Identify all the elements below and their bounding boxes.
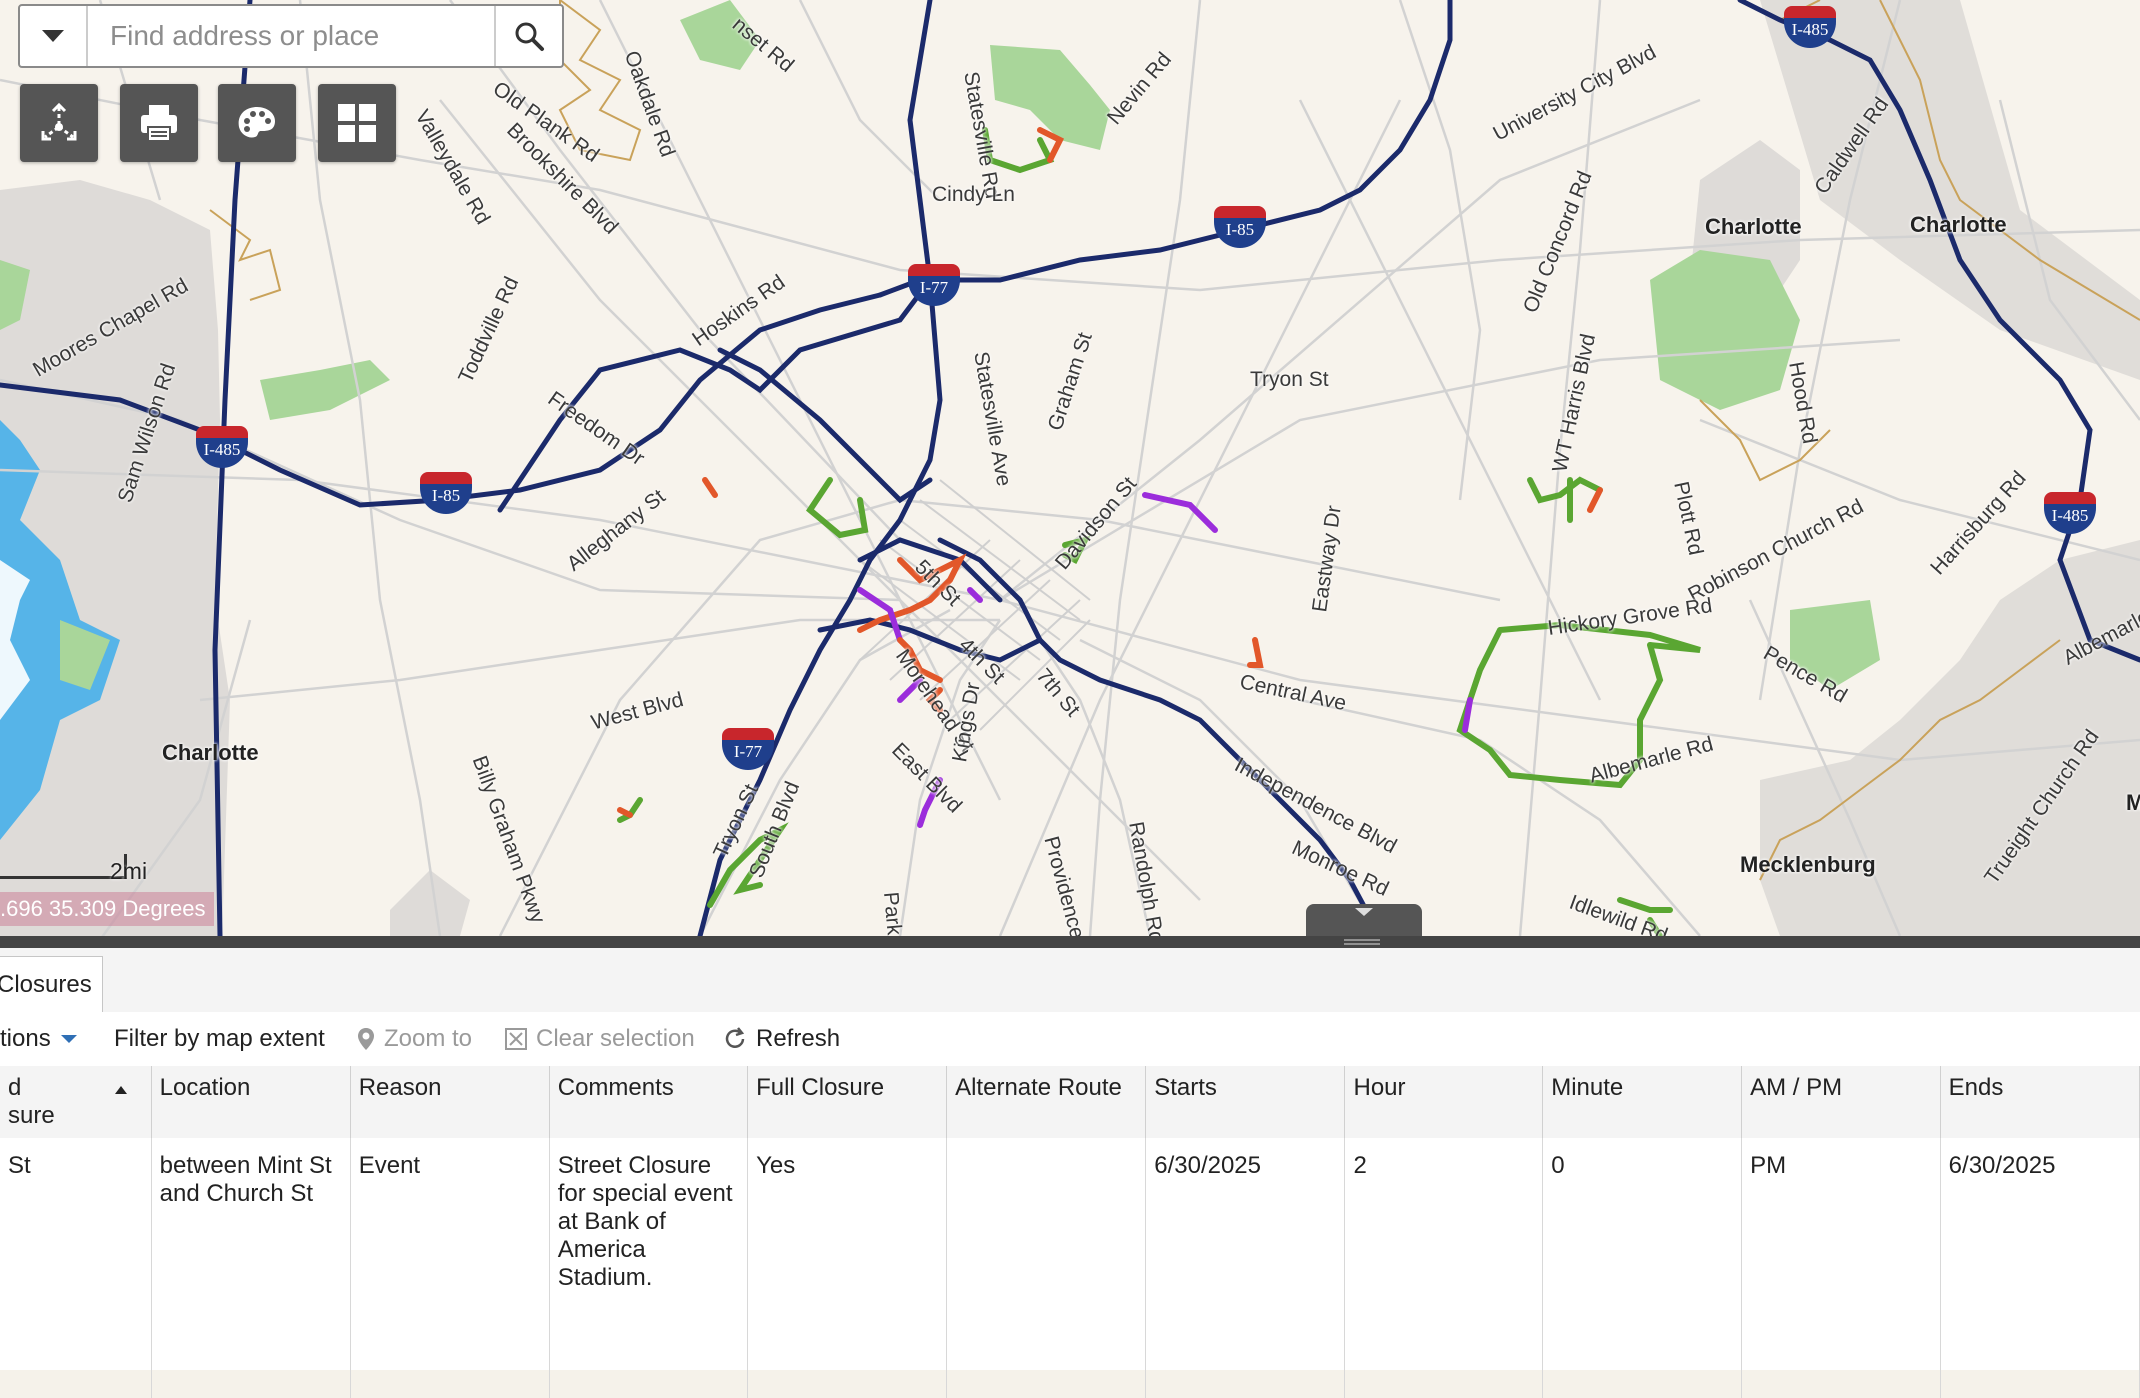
city-boundary [209, 209, 282, 301]
coordinate-readout: .696 35.309 Degrees [0, 892, 214, 926]
interstate-shield: I-77 [722, 728, 774, 772]
grid-icon [338, 104, 376, 142]
table-toolbar: tions Filter by map extent Zoom to Clear… [0, 1012, 2140, 1067]
options-menu[interactable]: tions [0, 1012, 79, 1066]
column-header-street[interactable]: d sure [0, 1066, 152, 1138]
caret-down-icon [60, 1035, 77, 1043]
palette-icon [238, 107, 275, 138]
column-header-full-closure[interactable]: Full Closure [747, 1066, 948, 1138]
drag-handle-icon [1344, 939, 1380, 945]
city-label: Mecklenburg [1740, 852, 1876, 877]
column-header-hour[interactable]: Hour [1344, 1066, 1544, 1138]
column-header-alternate-route[interactable]: Alternate Route [946, 1066, 1147, 1138]
cell-minute: 0 [1542, 1138, 1743, 1398]
print-button[interactable] [120, 84, 198, 162]
column-header-label: d sure [8, 1074, 55, 1129]
column-header-minute[interactable]: Minute [1542, 1066, 1743, 1138]
cell-hour: 2 [1344, 1138, 1544, 1398]
search-input[interactable] [88, 6, 494, 66]
map-view[interactable]: Charlotte Charlotte Charlotte Mecklenbur… [0, 0, 2140, 936]
attribute-table-panel: Closures tions Filter by map extent Zoom… [0, 948, 2140, 1398]
refresh-label: Refresh [756, 1025, 841, 1052]
printer-icon [141, 105, 177, 142]
zoom-label: Zoom to [384, 1025, 473, 1052]
tab-closures[interactable]: Closures [0, 956, 103, 1013]
measure-icon [41, 102, 77, 141]
clear-label: Clear selection [536, 1025, 695, 1052]
cell-reason: Event [350, 1138, 550, 1398]
map-pin-icon [358, 1028, 374, 1050]
interstate-shield: I-85 [420, 472, 472, 516]
cell-ampm: PM [1741, 1138, 1941, 1398]
cell-alternate-route [946, 1138, 1147, 1398]
search-widget [18, 4, 564, 68]
road-label: Tryon St [1250, 368, 1329, 391]
sort-ascending-icon [114, 1086, 127, 1094]
clear-selection-icon [505, 1028, 527, 1050]
measure-button[interactable] [20, 84, 98, 162]
column-header-location[interactable]: Location [151, 1066, 351, 1138]
city-label: Charlotte [1705, 214, 1802, 239]
interstate-shield: I-85 [1214, 206, 1266, 250]
city-label: Charlotte [1910, 212, 2007, 237]
gallery-button[interactable] [318, 84, 396, 162]
cell-location: between Mint St and Church St [151, 1138, 351, 1398]
column-header-starts[interactable]: Starts [1145, 1066, 1346, 1138]
options-label: tions [0, 1025, 51, 1052]
cell-full-closure: Yes [747, 1138, 948, 1398]
closures-table: d sure Location Reason Comments Full Clo… [0, 1066, 2140, 1398]
basemap-button[interactable] [218, 84, 296, 162]
filter-by-extent-button[interactable]: Filter by map extent [114, 1012, 325, 1066]
city-label: Charlotte [162, 740, 259, 765]
search-source-dropdown[interactable] [20, 6, 88, 66]
cell-street: St [0, 1138, 152, 1398]
cell-comments: Street Closure for special event at Bank… [549, 1138, 749, 1398]
column-header-reason[interactable]: Reason [350, 1066, 550, 1138]
collapse-panel-button[interactable] [1306, 904, 1422, 936]
filter-label: Filter by map extent [114, 1025, 325, 1052]
panel-splitter[interactable] [0, 936, 2140, 948]
park [260, 360, 390, 420]
interstate-shield: I-485 [196, 426, 248, 470]
road-label: Cindy Ln [932, 183, 1015, 206]
column-header-ends[interactable]: Ends [1940, 1066, 2140, 1138]
interstate-shield: I-77 [908, 264, 960, 308]
refresh-icon [725, 1027, 745, 1048]
column-header-ampm[interactable]: AM / PM [1741, 1066, 1941, 1138]
clear-selection-button[interactable]: Clear selection [504, 1012, 695, 1066]
chevron-down-icon [42, 30, 64, 42]
table-header-row: d sure Location Reason Comments Full Clo… [0, 1066, 2140, 1138]
jurisdiction-area [390, 870, 470, 936]
cell-starts: 6/30/2025 [1145, 1138, 1346, 1398]
scale-label: 2mi [110, 858, 148, 884]
cell-ends: 6/30/2025 [1940, 1138, 2140, 1398]
scale-bar [0, 854, 127, 879]
tab-bar: Closures [0, 948, 2140, 1013]
interstate-shield: I-485 [2044, 492, 2096, 536]
refresh-button[interactable]: Refresh [722, 1012, 840, 1066]
city-label: M [2126, 790, 2140, 815]
search-button[interactable] [494, 6, 562, 66]
chevron-down-icon [1355, 908, 1373, 916]
table-row[interactable]: St between Mint St and Church St Event S… [0, 1138, 2140, 1398]
interstate-shield: I-485 [1784, 6, 1836, 50]
zoom-to-button[interactable]: Zoom to [356, 1012, 472, 1066]
column-header-comments[interactable]: Comments [549, 1066, 749, 1138]
search-icon [515, 22, 544, 51]
